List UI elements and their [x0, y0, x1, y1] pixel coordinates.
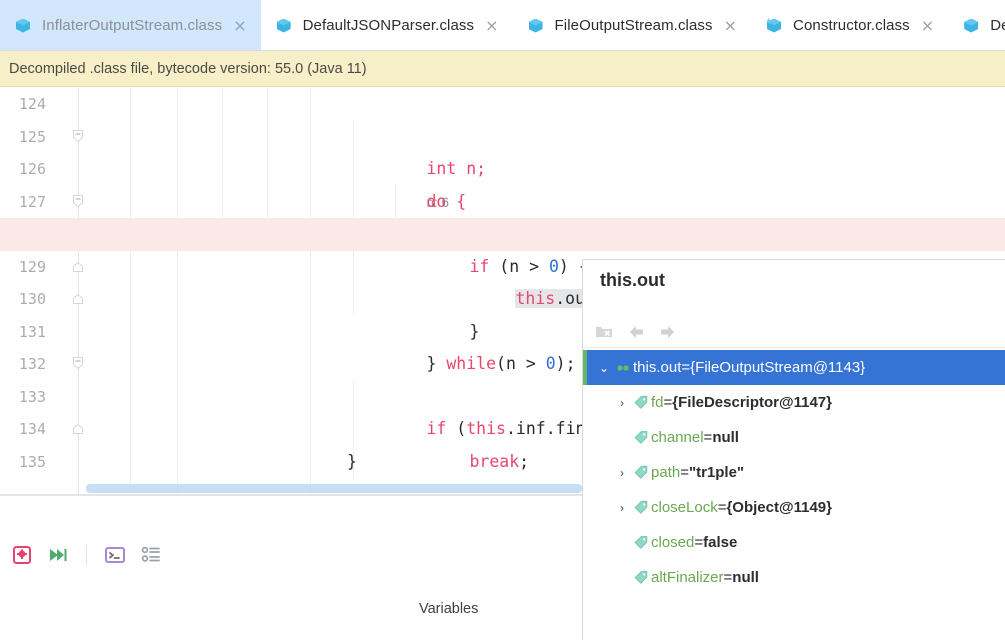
chevron-right-icon[interactable]: › [613, 501, 631, 515]
variable-name: path [651, 464, 681, 481]
close-icon[interactable]: × [921, 17, 934, 34]
settings-button[interactable] [137, 541, 165, 569]
editor-tab-label: DefaultJSONParser.class [302, 17, 475, 34]
variable-equals: = [663, 394, 673, 411]
editor-tab-label: Constructor.class [793, 17, 910, 34]
back-arrow-icon[interactable] [625, 321, 647, 343]
code-line-128-executing: this.out.write(this.buf, off: 0, n); buf… [0, 218, 1005, 308]
field-tag-icon [631, 429, 651, 446]
evaluate-expression-button[interactable] [101, 541, 129, 569]
tree-row-fd[interactable]: › fd = {FileDescriptor@1147} [583, 385, 1005, 420]
variable-name: altFinalizer [651, 569, 724, 586]
variable-equals: = [723, 569, 733, 586]
chevron-right-icon[interactable]: › [613, 396, 631, 410]
variable-equals: = [681, 359, 691, 376]
editor-tab-label: InflaterOutputStream.class [42, 17, 223, 34]
code-line-125: do { [0, 121, 1005, 211]
variable-value: {FileDescriptor@1147} [672, 394, 832, 411]
close-icon[interactable]: × [485, 17, 498, 34]
variable-equals: = [694, 534, 704, 551]
variable-value: {FileOutputStream@1143} [690, 359, 866, 376]
variable-name: closeLock [651, 499, 718, 516]
code-line-126: n = this.inf.inflate(this.buf, off: 0, t… [0, 153, 1005, 243]
variable-value: false [703, 534, 738, 551]
field-tag-icon [631, 499, 651, 516]
java-class-icon [528, 17, 546, 35]
options-list-icon [141, 546, 160, 562]
field-tag-icon [631, 464, 651, 481]
editor-tab-fileoutputstream[interactable]: FileOutputStream.class × [513, 0, 752, 50]
variable-value: null [732, 569, 759, 586]
field-tag-icon [631, 569, 651, 586]
tree-row-closelock[interactable]: › closeLock = {Object@1149} [583, 490, 1005, 525]
debug-toolbar [8, 541, 165, 569]
editor-tab-inflateroutputstream[interactable]: InflaterOutputStream.class × [0, 0, 261, 50]
editor-tab-delegating[interactable]: Delegatin [948, 0, 1005, 50]
tree-row-closed[interactable]: closed = false [583, 525, 1005, 560]
variable-equals: = [680, 464, 689, 481]
chevron-right-icon[interactable]: › [613, 466, 631, 480]
tree-row-this-out[interactable]: ⌄ this.out = {FileOutputStream@1143} [583, 350, 1005, 385]
chevron-down-icon[interactable]: ⌄ [595, 361, 613, 375]
forward-arrow-icon[interactable] [657, 321, 679, 343]
toolbar-divider [86, 545, 87, 565]
java-class-icon [276, 17, 294, 35]
debug-bottom-panel [0, 495, 582, 640]
editor-tab-bar: InflaterOutputStream.class × DefaultJSON… [0, 0, 1005, 51]
variable-equals: = [703, 429, 713, 446]
object-value-icon [613, 360, 633, 376]
variable-name: closed [651, 534, 695, 551]
breakpoint-muted-icon [13, 546, 31, 564]
java-class-icon [963, 17, 981, 35]
variable-value: "tr1ple" [688, 464, 745, 481]
variable-name: channel [651, 429, 704, 446]
inspect-panel-toolbar [583, 316, 1005, 348]
decompiled-notice-bar: Decompiled .class file, bytecode version… [0, 51, 1005, 87]
code-line-124: int n; n: 6 [0, 88, 1005, 210]
close-icon[interactable]: × [233, 17, 246, 34]
console-icon [105, 547, 125, 563]
inspect-panel-title: this.out [600, 270, 665, 290]
editor-tab-defaultjsonparser[interactable]: DefaultJSONParser.class × [261, 0, 513, 50]
close-icon[interactable]: × [724, 17, 737, 34]
code-line-127: if (n > 0) { [0, 186, 1005, 276]
variable-value: {Object@1149} [726, 499, 832, 516]
variable-value: null [712, 429, 739, 446]
variable-equals: = [717, 499, 727, 516]
field-tag-icon [631, 534, 651, 551]
mute-breakpoints-icon[interactable] [593, 321, 615, 343]
variables-tab-label[interactable]: Variables [419, 601, 478, 617]
inspect-variable-panel: this.out ⌄ this.out = {FileOutputStream@… [582, 259, 1005, 640]
editor-tab-label: FileOutputStream.class [554, 17, 713, 34]
editor-tab-constructor[interactable]: ✦ Constructor.class × [751, 0, 948, 50]
run-to-cursor-button[interactable] [44, 541, 72, 569]
editor-tab-label: Delegatin [990, 17, 1005, 34]
variables-tree[interactable]: ⌄ this.out = {FileOutputStream@1143} › f… [583, 350, 1005, 640]
ide-window: InflaterOutputStream.class × DefaultJSON… [0, 0, 1005, 640]
tree-row-path[interactable]: › path = "tr1ple" [583, 455, 1005, 490]
decompiled-notice-text: Decompiled .class file, bytecode version… [9, 60, 367, 77]
java-class-icon [15, 17, 33, 35]
variable-name: fd [651, 394, 664, 411]
fast-forward-icon [50, 549, 67, 561]
field-tag-icon [631, 394, 651, 411]
java-class-icon: ✦ [765, 16, 784, 35]
tree-row-channel[interactable]: channel = null [583, 420, 1005, 455]
variable-name: this.out [633, 359, 682, 376]
editor-horizontal-scrollbar[interactable] [86, 484, 582, 493]
tree-row-altfinalizer[interactable]: altFinalizer = null [583, 560, 1005, 595]
mute-breakpoints-button[interactable] [8, 541, 36, 569]
